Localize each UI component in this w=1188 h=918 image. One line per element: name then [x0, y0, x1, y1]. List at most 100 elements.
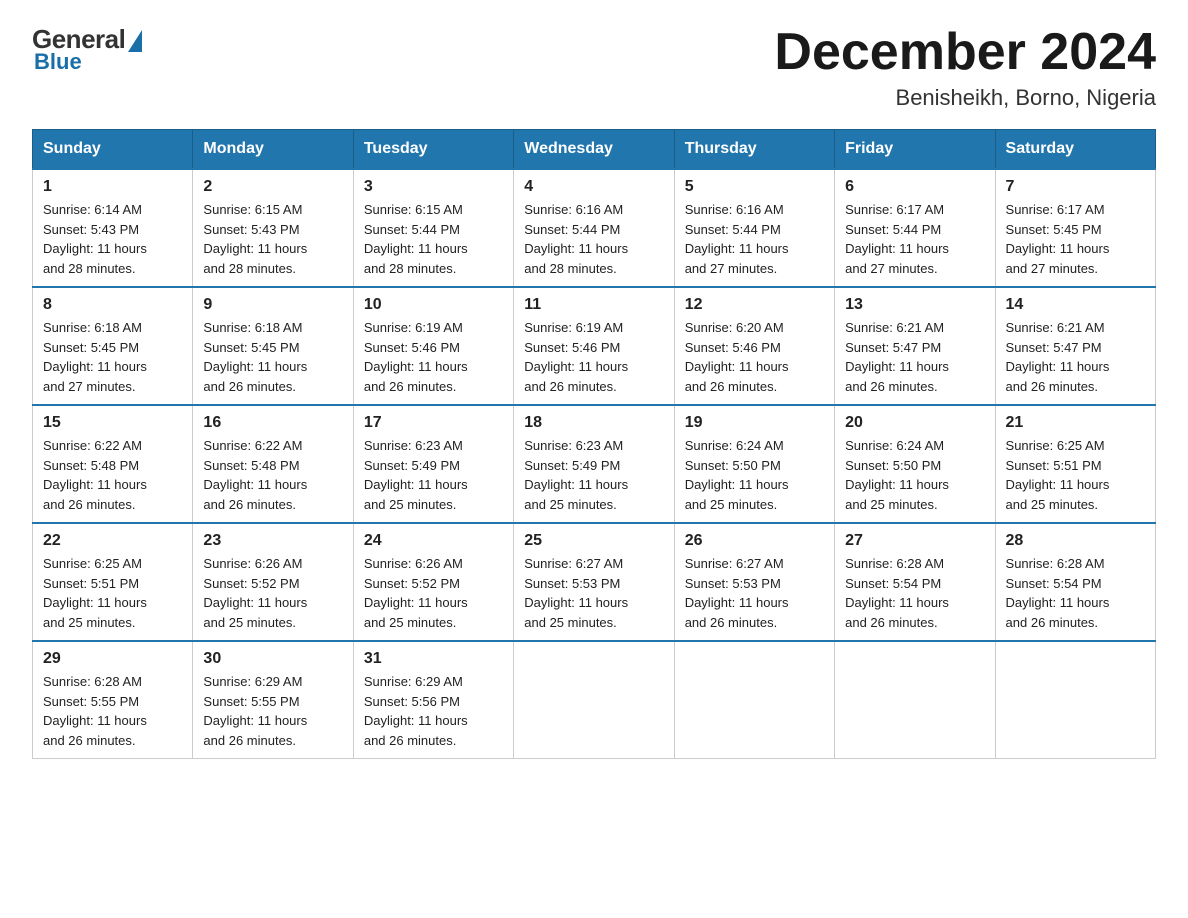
day-info: Sunrise: 6:26 AMSunset: 5:52 PMDaylight:… — [364, 556, 468, 630]
day-number: 20 — [845, 414, 984, 432]
calendar-cell — [995, 641, 1155, 759]
col-thursday: Thursday — [674, 130, 834, 170]
day-number: 19 — [685, 414, 824, 432]
col-saturday: Saturday — [995, 130, 1155, 170]
day-info: Sunrise: 6:24 AMSunset: 5:50 PMDaylight:… — [685, 438, 789, 512]
calendar-row-3: 15 Sunrise: 6:22 AMSunset: 5:48 PMDayligh… — [33, 405, 1156, 523]
day-number: 2 — [203, 178, 342, 196]
day-info: Sunrise: 6:23 AMSunset: 5:49 PMDaylight:… — [364, 438, 468, 512]
calendar-cell: 28 Sunrise: 6:28 AMSunset: 5:54 PMDayligh… — [995, 523, 1155, 641]
col-friday: Friday — [835, 130, 995, 170]
day-number: 22 — [43, 532, 182, 550]
day-number: 8 — [43, 296, 182, 314]
location: Benisheikh, Borno, Nigeria — [774, 85, 1156, 111]
day-info: Sunrise: 6:18 AMSunset: 5:45 PMDaylight:… — [43, 320, 147, 394]
calendar-cell: 24 Sunrise: 6:26 AMSunset: 5:52 PMDayligh… — [353, 523, 513, 641]
day-info: Sunrise: 6:14 AMSunset: 5:43 PMDaylight:… — [43, 202, 147, 276]
day-info: Sunrise: 6:15 AMSunset: 5:43 PMDaylight:… — [203, 202, 307, 276]
day-number: 7 — [1006, 178, 1145, 196]
col-wednesday: Wednesday — [514, 130, 674, 170]
day-info: Sunrise: 6:22 AMSunset: 5:48 PMDaylight:… — [203, 438, 307, 512]
calendar-row-5: 29 Sunrise: 6:28 AMSunset: 5:55 PMDayligh… — [33, 641, 1156, 759]
calendar-body: 1 Sunrise: 6:14 AMSunset: 5:43 PMDaylight… — [33, 169, 1156, 759]
day-number: 28 — [1006, 532, 1145, 550]
calendar-cell: 9 Sunrise: 6:18 AMSunset: 5:45 PMDaylight… — [193, 287, 353, 405]
day-number: 1 — [43, 178, 182, 196]
calendar-cell: 23Sunrise: 6:26 AMSunset: 5:52 PMDayligh… — [193, 523, 353, 641]
calendar-cell — [514, 641, 674, 759]
calendar-cell — [835, 641, 995, 759]
title-block: December 2024 Benisheikh, Borno, Nigeria — [774, 24, 1156, 111]
day-number: 9 — [203, 296, 342, 314]
calendar-row-2: 8 Sunrise: 6:18 AMSunset: 5:45 PMDaylight… — [33, 287, 1156, 405]
logo: General Blue — [32, 24, 142, 75]
calendar-cell: 8 Sunrise: 6:18 AMSunset: 5:45 PMDaylight… — [33, 287, 193, 405]
logo-blue-text: Blue — [34, 49, 82, 75]
calendar-cell: 12 Sunrise: 6:20 AMSunset: 5:46 PMDayligh… — [674, 287, 834, 405]
day-info: Sunrise: 6:21 AMSunset: 5:47 PMDaylight:… — [1006, 320, 1110, 394]
col-tuesday: Tuesday — [353, 130, 513, 170]
day-number: 24 — [364, 532, 503, 550]
day-number: 16 — [203, 414, 342, 432]
calendar-cell: 6Sunrise: 6:17 AMSunset: 5:44 PMDaylight… — [835, 169, 995, 287]
calendar-cell: 4Sunrise: 6:16 AMSunset: 5:44 PMDaylight… — [514, 169, 674, 287]
day-info: Sunrise: 6:16 AMSunset: 5:44 PMDaylight:… — [685, 202, 789, 276]
day-number: 13 — [845, 296, 984, 314]
day-number: 30 — [203, 650, 342, 668]
calendar-cell: 3 Sunrise: 6:15 AMSunset: 5:44 PMDaylight… — [353, 169, 513, 287]
day-info: Sunrise: 6:15 AMSunset: 5:44 PMDaylight:… — [364, 202, 468, 276]
day-info: Sunrise: 6:28 AMSunset: 5:54 PMDaylight:… — [1006, 556, 1110, 630]
day-info: Sunrise: 6:16 AMSunset: 5:44 PMDaylight:… — [524, 202, 628, 276]
calendar-cell: 29 Sunrise: 6:28 AMSunset: 5:55 PMDayligh… — [33, 641, 193, 759]
calendar-cell: 17 Sunrise: 6:23 AMSunset: 5:49 PMDayligh… — [353, 405, 513, 523]
day-number: 31 — [364, 650, 503, 668]
day-info: Sunrise: 6:23 AMSunset: 5:49 PMDaylight:… — [524, 438, 628, 512]
day-number: 26 — [685, 532, 824, 550]
calendar-cell: 13 Sunrise: 6:21 AMSunset: 5:47 PMDayligh… — [835, 287, 995, 405]
calendar-cell: 26Sunrise: 6:27 AMSunset: 5:53 PMDayligh… — [674, 523, 834, 641]
day-info: Sunrise: 6:20 AMSunset: 5:46 PMDaylight:… — [685, 320, 789, 394]
day-number: 12 — [685, 296, 824, 314]
calendar-cell: 2 Sunrise: 6:15 AMSunset: 5:43 PMDaylight… — [193, 169, 353, 287]
day-info: Sunrise: 6:19 AMSunset: 5:46 PMDaylight:… — [524, 320, 628, 394]
day-number: 3 — [364, 178, 503, 196]
calendar-cell: 30Sunrise: 6:29 AMSunset: 5:55 PMDayligh… — [193, 641, 353, 759]
calendar-cell: 7 Sunrise: 6:17 AMSunset: 5:45 PMDaylight… — [995, 169, 1155, 287]
day-info: Sunrise: 6:22 AMSunset: 5:48 PMDaylight:… — [43, 438, 147, 512]
calendar-cell: 27 Sunrise: 6:28 AMSunset: 5:54 PMDayligh… — [835, 523, 995, 641]
day-info: Sunrise: 6:21 AMSunset: 5:47 PMDaylight:… — [845, 320, 949, 394]
day-info: Sunrise: 6:28 AMSunset: 5:55 PMDaylight:… — [43, 674, 147, 748]
calendar-table: Sunday Monday Tuesday Wednesday Thursday… — [32, 129, 1156, 759]
calendar-cell: 5Sunrise: 6:16 AMSunset: 5:44 PMDaylight… — [674, 169, 834, 287]
day-info: Sunrise: 6:28 AMSunset: 5:54 PMDaylight:… — [845, 556, 949, 630]
logo-triangle-icon — [128, 30, 142, 52]
calendar-row-4: 22 Sunrise: 6:25 AMSunset: 5:51 PMDayligh… — [33, 523, 1156, 641]
day-number: 10 — [364, 296, 503, 314]
day-number: 15 — [43, 414, 182, 432]
day-info: Sunrise: 6:18 AMSunset: 5:45 PMDaylight:… — [203, 320, 307, 394]
day-number: 23 — [203, 532, 342, 550]
day-info: Sunrise: 6:29 AMSunset: 5:56 PMDaylight:… — [364, 674, 468, 748]
day-number: 21 — [1006, 414, 1145, 432]
day-info: Sunrise: 6:17 AMSunset: 5:44 PMDaylight:… — [845, 202, 949, 276]
calendar-cell: 10Sunrise: 6:19 AMSunset: 5:46 PMDayligh… — [353, 287, 513, 405]
day-number: 25 — [524, 532, 663, 550]
calendar-cell: 11 Sunrise: 6:19 AMSunset: 5:46 PMDayligh… — [514, 287, 674, 405]
col-sunday: Sunday — [33, 130, 193, 170]
month-title: December 2024 — [774, 24, 1156, 81]
day-info: Sunrise: 6:24 AMSunset: 5:50 PMDaylight:… — [845, 438, 949, 512]
day-number: 18 — [524, 414, 663, 432]
col-monday: Monday — [193, 130, 353, 170]
calendar-cell: 18 Sunrise: 6:23 AMSunset: 5:49 PMDayligh… — [514, 405, 674, 523]
page-header: General Blue December 2024 Benisheikh, B… — [32, 24, 1156, 111]
day-number: 27 — [845, 532, 984, 550]
day-info: Sunrise: 6:17 AMSunset: 5:45 PMDaylight:… — [1006, 202, 1110, 276]
calendar-cell — [674, 641, 834, 759]
calendar-cell: 22 Sunrise: 6:25 AMSunset: 5:51 PMDayligh… — [33, 523, 193, 641]
calendar-cell: 15 Sunrise: 6:22 AMSunset: 5:48 PMDayligh… — [33, 405, 193, 523]
calendar-row-1: 1 Sunrise: 6:14 AMSunset: 5:43 PMDaylight… — [33, 169, 1156, 287]
day-number: 29 — [43, 650, 182, 668]
day-number: 17 — [364, 414, 503, 432]
day-number: 11 — [524, 296, 663, 314]
day-info: Sunrise: 6:25 AMSunset: 5:51 PMDaylight:… — [43, 556, 147, 630]
